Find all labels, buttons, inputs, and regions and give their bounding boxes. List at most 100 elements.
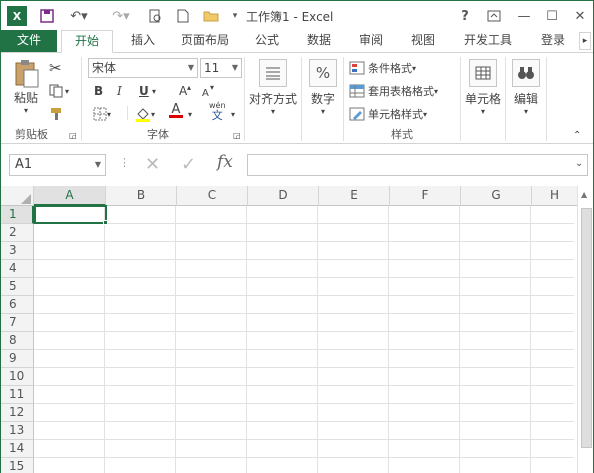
- column-header-f[interactable]: F: [390, 186, 461, 206]
- font-color-dropdown-icon[interactable]: ▾: [188, 104, 192, 124]
- scroll-up-icon[interactable]: ▲: [581, 190, 587, 199]
- print-preview-icon[interactable]: [145, 6, 165, 26]
- alignment-button[interactable]: 对齐方式 ▾: [248, 59, 298, 116]
- open-folder-icon[interactable]: [201, 6, 221, 26]
- underline-dropdown-icon[interactable]: ▾: [152, 81, 156, 101]
- phonetic-dropdown-icon[interactable]: ▾: [231, 104, 235, 124]
- window-title: 工作簿1 - Excel: [246, 10, 334, 24]
- font-color-button[interactable]: A: [169, 103, 183, 124]
- conditional-formatting-button[interactable]: 条件格式 ▾: [349, 58, 416, 78]
- borders-button[interactable]: ▾: [93, 104, 111, 124]
- editing-button[interactable]: 编辑 ▾: [509, 59, 543, 116]
- row-header-5[interactable]: 5: [1, 278, 34, 296]
- selected-cell-a1[interactable]: [34, 205, 107, 224]
- tab-review[interactable]: 审阅: [351, 30, 391, 52]
- expand-formula-bar-icon[interactable]: ⌄: [575, 158, 583, 169]
- copy-button[interactable]: ▾: [49, 81, 69, 101]
- cell-styles-dropdown-icon: ▾: [423, 109, 428, 119]
- row-header-4[interactable]: 4: [1, 260, 34, 278]
- row-header-8[interactable]: 8: [1, 332, 34, 350]
- row-header-9[interactable]: 9: [1, 350, 34, 368]
- scrollbar-thumb[interactable]: [581, 208, 592, 448]
- vertical-scrollbar[interactable]: ▲: [577, 186, 593, 473]
- ribbon-display-icon[interactable]: [485, 6, 503, 26]
- cell-styles-icon: [349, 107, 365, 121]
- tab-home[interactable]: 开始: [61, 30, 113, 53]
- sign-in-link[interactable]: 登录: [533, 30, 573, 52]
- column-header-e[interactable]: E: [319, 186, 390, 206]
- fill-color-button[interactable]: ▾: [135, 104, 155, 124]
- column-header-g[interactable]: G: [461, 186, 532, 206]
- row-header-2[interactable]: 2: [1, 224, 34, 242]
- paste-icon: [15, 60, 39, 88]
- format-painter-button[interactable]: [49, 104, 65, 124]
- column-header-a[interactable]: A: [34, 186, 106, 206]
- conditional-formatting-dropdown-icon: ▾: [412, 63, 417, 73]
- enter-formula-icon[interactable]: ✓: [181, 154, 196, 175]
- row-header-3[interactable]: 3: [1, 242, 34, 260]
- cell-area[interactable]: [34, 206, 574, 473]
- row-header-1[interactable]: 1: [1, 206, 34, 224]
- format-as-table-button[interactable]: 套用表格格式 ▾: [349, 81, 438, 101]
- new-document-icon[interactable]: [173, 6, 193, 26]
- shrink-font-button[interactable]: A: [202, 83, 209, 103]
- column-header-b[interactable]: B: [106, 186, 177, 206]
- row-header-15[interactable]: 15: [1, 458, 34, 473]
- italic-button[interactable]: I: [117, 81, 122, 101]
- redo-icon[interactable]: ↷▾: [107, 6, 135, 26]
- grow-font-button[interactable]: A: [179, 81, 187, 101]
- tab-file[interactable]: 文件: [1, 30, 57, 52]
- number-format-button[interactable]: % 数字 ▾: [305, 59, 341, 116]
- fill-handle[interactable]: [103, 220, 108, 225]
- format-as-table-dropdown-icon: ▾: [434, 86, 439, 96]
- cells-button[interactable]: 单元格 ▾: [463, 59, 503, 116]
- column-header-c[interactable]: C: [177, 186, 248, 206]
- row-header-6[interactable]: 6: [1, 296, 34, 314]
- underline-button[interactable]: U: [139, 81, 149, 101]
- help-button[interactable]: ?: [457, 6, 473, 26]
- format-as-table-icon: [349, 84, 365, 98]
- tab-insert[interactable]: 插入: [123, 30, 163, 52]
- column-header-d[interactable]: D: [248, 186, 319, 206]
- paste-button[interactable]: 粘贴 ▾: [9, 59, 43, 115]
- insert-function-icon[interactable]: fx: [217, 152, 233, 172]
- cell-styles-button[interactable]: 单元格样式 ▾: [349, 104, 427, 124]
- tab-view[interactable]: 视图: [403, 30, 443, 52]
- select-all-corner[interactable]: [1, 186, 34, 206]
- row-header-11[interactable]: 11: [1, 386, 34, 404]
- tabs-scroll-right-icon[interactable]: ▸: [579, 32, 591, 50]
- name-box[interactable]: A1 ▼: [9, 154, 106, 176]
- row-header-7[interactable]: 7: [1, 314, 34, 332]
- font-launcher-icon[interactable]: ◲: [233, 125, 241, 145]
- scissors-icon: ✂: [49, 59, 62, 77]
- font-name-combo[interactable]: 宋体 ▼: [88, 58, 198, 78]
- formula-input[interactable]: [247, 154, 588, 176]
- cancel-formula-icon[interactable]: ✕: [145, 154, 160, 175]
- row-header-12[interactable]: 12: [1, 404, 34, 422]
- collapse-ribbon-icon[interactable]: ⌃: [573, 125, 581, 145]
- bold-button[interactable]: B: [94, 81, 103, 101]
- row-header-14[interactable]: 14: [1, 440, 34, 458]
- customize-qat-icon[interactable]: ▾: [229, 6, 241, 26]
- maximize-button[interactable]: ☐: [543, 6, 561, 26]
- column-header-h[interactable]: H: [532, 186, 577, 206]
- tab-developer[interactable]: 开发工具: [457, 30, 519, 52]
- name-box-value: A1: [15, 157, 33, 172]
- row-header-10[interactable]: 10: [1, 368, 34, 386]
- save-icon[interactable]: [37, 6, 57, 26]
- tab-formulas[interactable]: 公式: [247, 30, 287, 52]
- tab-data[interactable]: 数据: [299, 30, 339, 52]
- font-size-combo[interactable]: 11 ▼: [200, 58, 242, 78]
- minimize-button[interactable]: —: [515, 6, 533, 26]
- clipboard-launcher-icon[interactable]: ◲: [69, 125, 77, 145]
- undo-icon[interactable]: ↶▾: [65, 6, 93, 26]
- column-header-bar: A B C D E F G H: [1, 186, 577, 206]
- phonetic-button[interactable]: wén 文: [209, 101, 226, 121]
- row-header-13[interactable]: 13: [1, 422, 34, 440]
- cut-button[interactable]: ✂: [49, 58, 62, 78]
- alignment-dropdown-icon: ▾: [270, 107, 275, 116]
- conditional-formatting-icon: [349, 61, 365, 75]
- close-button[interactable]: ✕: [571, 6, 589, 26]
- tab-page-layout[interactable]: 页面布局: [175, 30, 235, 52]
- shrink-font-arrow-icon: ▾: [210, 82, 215, 92]
